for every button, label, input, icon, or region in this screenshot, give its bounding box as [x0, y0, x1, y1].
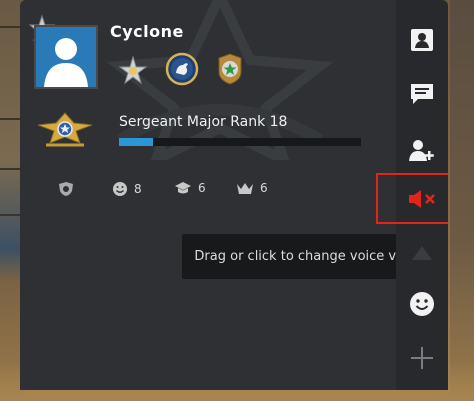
- default-avatar-icon: [36, 27, 96, 87]
- view-profile-button[interactable]: [402, 20, 442, 60]
- profile-card-icon: [411, 29, 433, 51]
- send-message-button[interactable]: [402, 74, 442, 114]
- plus-icon: [411, 347, 433, 369]
- stat-teacher-value: 6: [198, 181, 206, 195]
- mute-button-highlight: [376, 173, 448, 224]
- stat-friendly: 8: [112, 181, 142, 197]
- chat-icon: [411, 84, 433, 104]
- rank-title: Sergeant Major Rank 18: [119, 114, 288, 130]
- green-star-medal-icon: [218, 53, 242, 85]
- voice-volume-handle[interactable]: [402, 233, 442, 273]
- stat-teacher: 6: [174, 181, 206, 195]
- add-friend-button[interactable]: [402, 130, 442, 170]
- silver-star-coin-icon: [118, 55, 148, 85]
- chicken-coin-icon: [165, 52, 199, 86]
- smiley-icon: [113, 182, 127, 196]
- add-friend-icon: [409, 140, 434, 161]
- stat-friendly-value: 8: [134, 182, 142, 196]
- commend-button[interactable]: [402, 284, 442, 324]
- shield-skull-icon: [59, 182, 73, 196]
- more-actions-button[interactable]: [402, 338, 442, 378]
- player-card: Cyclone Sergeant Major Rank 18 8 6 6 Dra…: [20, 0, 448, 390]
- avatar[interactable]: [34, 25, 98, 89]
- xp-progress-bar: [119, 138, 361, 146]
- volume-arrow-icon: [412, 246, 432, 260]
- crown-icon: [237, 183, 253, 194]
- stat-commendations-skull: [57, 181, 75, 197]
- smiley-icon: [410, 292, 434, 316]
- rank-emblem-icon: [36, 107, 94, 155]
- username: Cyclone: [110, 22, 184, 41]
- background-right: [450, 0, 474, 401]
- graduation-cap-icon: [175, 182, 191, 194]
- xp-progress-fill: [119, 138, 153, 146]
- stat-leader-value: 6: [260, 181, 268, 195]
- stat-leader: 6: [236, 181, 268, 195]
